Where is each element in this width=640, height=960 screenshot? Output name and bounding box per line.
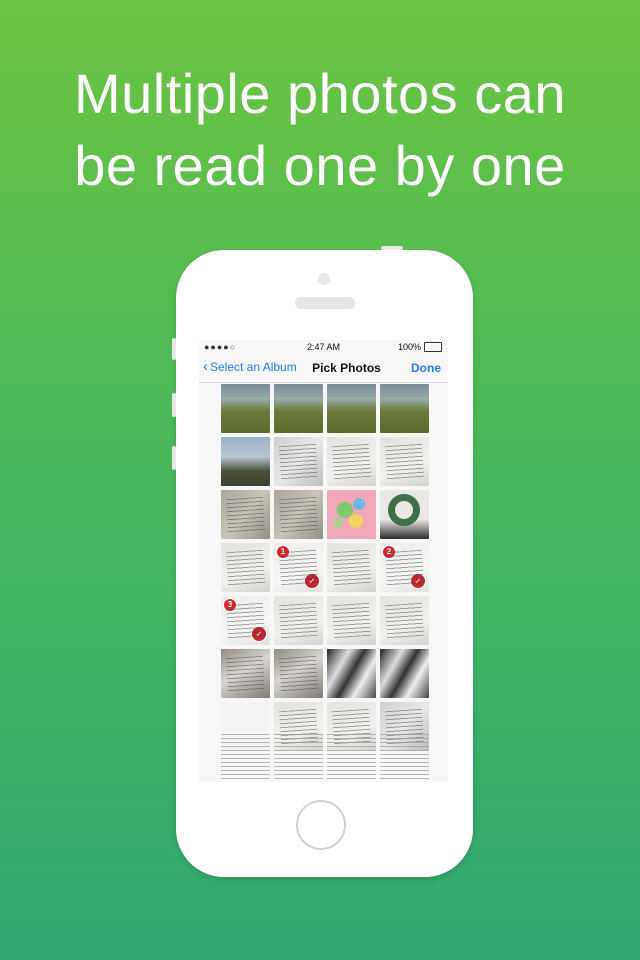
battery-percent: 100% xyxy=(397,342,421,352)
photo-thumbnail[interactable] xyxy=(221,543,270,592)
photo-thumbnail[interactable] xyxy=(380,437,429,486)
home-button[interactable] xyxy=(296,800,346,850)
photo-thumbnail[interactable] xyxy=(221,734,270,782)
done-button[interactable]: Done xyxy=(411,361,441,375)
photo-thumbnail[interactable] xyxy=(327,734,376,782)
photo-thumbnail[interactable] xyxy=(327,596,376,645)
speaker-grille xyxy=(295,297,355,309)
bubble-shape xyxy=(349,514,363,528)
photo-grid: 1 ✓ 2 ✓ 3 ✓ xyxy=(221,384,431,751)
photo-thumbnail[interactable] xyxy=(327,543,376,592)
photo-thumbnail[interactable] xyxy=(380,384,429,433)
headline-line-1: Multiple photos can xyxy=(73,62,566,125)
photo-thumbnail[interactable] xyxy=(221,437,270,486)
photo-thumbnail[interactable]: 3 ✓ xyxy=(221,596,270,645)
photo-thumbnail[interactable] xyxy=(221,384,270,433)
phone-screen: ●●●●○ 2:47 AM 100% ‹ Select an Album Pic… xyxy=(199,340,448,782)
front-camera xyxy=(318,273,330,285)
status-bar: ●●●●○ 2:47 AM 100% xyxy=(199,340,448,354)
headline: Multiple photos can be read one by one xyxy=(0,58,640,202)
wreath-shape xyxy=(388,494,420,526)
photo-thumbnail[interactable] xyxy=(327,384,376,433)
checkmark-icon: ✓ xyxy=(251,626,267,642)
status-right: 100% xyxy=(398,342,442,352)
checkmark-icon: ✓ xyxy=(410,573,426,589)
photo-thumbnail[interactable] xyxy=(221,490,270,539)
photo-thumbnail[interactable] xyxy=(274,490,323,539)
photo-thumbnail[interactable] xyxy=(327,437,376,486)
phone-frame: ●●●●○ 2:47 AM 100% ‹ Select an Album Pic… xyxy=(172,246,473,877)
bubble-shape xyxy=(333,518,343,528)
photo-thumbnail[interactable] xyxy=(380,649,429,698)
mute-switch xyxy=(172,338,176,360)
bubble-shape xyxy=(353,498,365,510)
photo-thumbnail[interactable] xyxy=(274,384,323,433)
photo-thumbnail[interactable] xyxy=(380,734,429,782)
photo-thumbnail[interactable]: 2 ✓ xyxy=(380,543,429,592)
photo-thumbnail[interactable] xyxy=(327,649,376,698)
battery-icon xyxy=(424,342,442,352)
selection-order-badge: 2 xyxy=(382,545,396,559)
photo-thumbnail[interactable] xyxy=(221,649,270,698)
power-button xyxy=(381,246,403,250)
selection-order-badge: 3 xyxy=(223,598,237,612)
headline-line-2: be read one by one xyxy=(74,134,566,197)
photo-row-partial xyxy=(221,734,431,782)
checkmark-icon: ✓ xyxy=(304,573,320,589)
photo-thumbnail[interactable] xyxy=(274,596,323,645)
volume-down-button xyxy=(172,446,176,470)
photo-thumbnail[interactable] xyxy=(274,437,323,486)
nav-bar: ‹ Select an Album Pick Photos Done xyxy=(199,354,448,383)
photo-thumbnail[interactable] xyxy=(380,596,429,645)
volume-up-button xyxy=(172,393,176,417)
photo-thumbnail[interactable] xyxy=(274,734,323,782)
photo-thumbnail[interactable] xyxy=(380,490,429,539)
photo-thumbnail[interactable]: 1 ✓ xyxy=(274,543,323,592)
selection-order-badge: 1 xyxy=(276,545,290,559)
photo-thumbnail[interactable] xyxy=(274,649,323,698)
photo-thumbnail[interactable] xyxy=(327,490,376,539)
